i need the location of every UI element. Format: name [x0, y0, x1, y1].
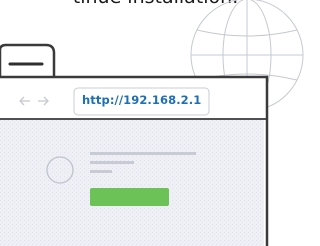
- continue-button[interactable]: [90, 188, 169, 206]
- browser-tab: [0, 43, 56, 80]
- address-bar-url[interactable]: http://192.168.2.1: [82, 93, 201, 107]
- page-content-area: [0, 119, 264, 246]
- placeholder-line-2: [90, 161, 134, 164]
- browser-window: [0, 43, 269, 246]
- installation-illustration: tinue installation.: [0, 0, 311, 246]
- placeholder-line-1: [90, 152, 196, 155]
- placeholder-line-3: [90, 170, 112, 173]
